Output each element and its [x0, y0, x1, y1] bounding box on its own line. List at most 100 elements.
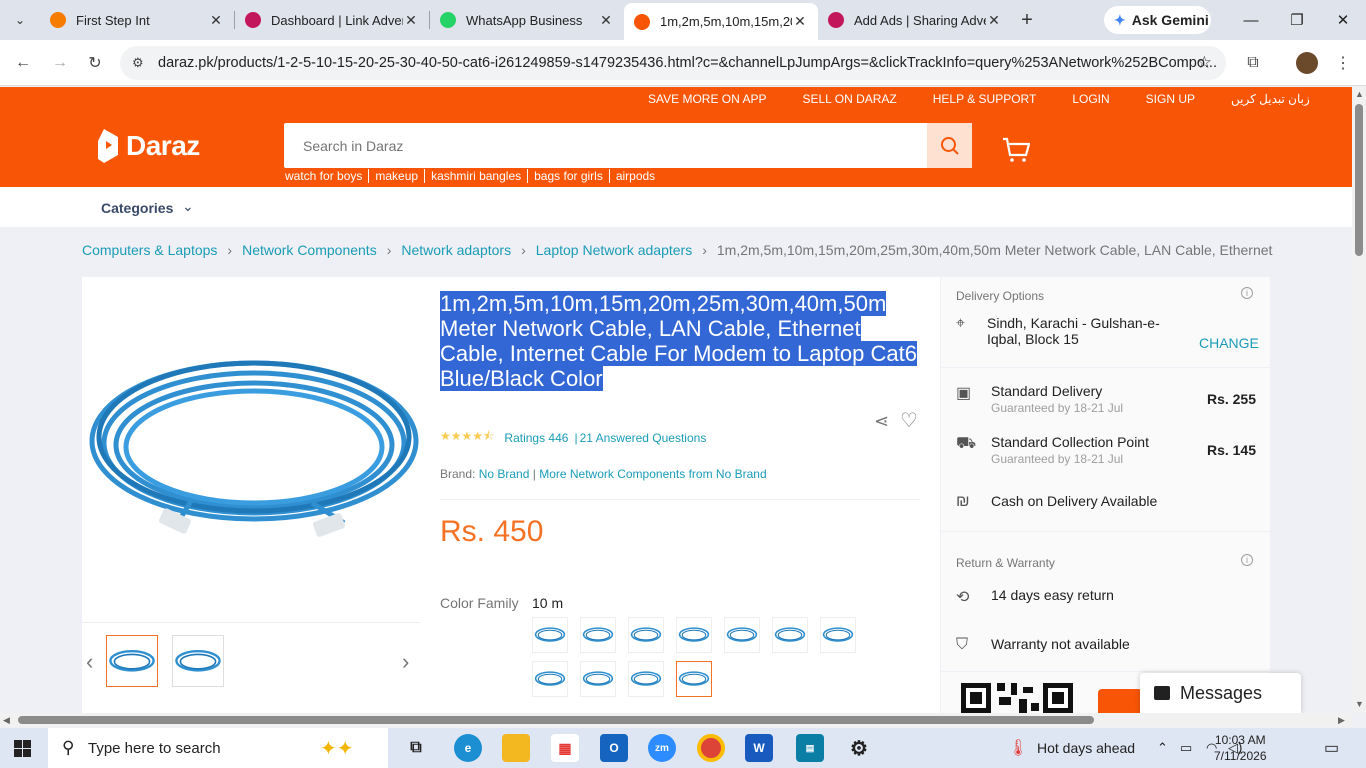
address-bar[interactable]: ⚙ daraz.pk/products/1-2-5-10-15-20-25-30… [120, 46, 1226, 80]
color-swatch[interactable] [772, 617, 808, 653]
browser-tab[interactable]: Dashboard | Link Adver ✕ [235, 3, 429, 37]
reload-button[interactable]: ↻ [84, 52, 106, 74]
questions-link[interactable]: 21 Answered Questions [580, 431, 707, 445]
tab-search-button[interactable]: ⌄ [0, 0, 40, 40]
tab-close-icon[interactable]: ✕ [986, 12, 1002, 29]
new-tab-button[interactable]: + [1012, 3, 1042, 37]
scroll-down-arrow[interactable]: ▼ [1355, 699, 1364, 709]
product-main-image[interactable] [82, 277, 420, 617]
tab-close-icon[interactable]: ✕ [403, 12, 419, 29]
profile-avatar[interactable] [1296, 52, 1318, 74]
thumbnail-next-arrow[interactable]: › [402, 649, 409, 675]
task-view-icon[interactable]: ⧉ [402, 734, 430, 762]
chevron-down-icon[interactable]: ⌄ [182, 198, 194, 215]
horizontal-scrollbar[interactable]: ◀ ▶ [0, 713, 1352, 727]
scroll-up-arrow[interactable]: ▲ [1355, 89, 1364, 99]
wishlist-heart-icon[interactable]: ♡ [900, 408, 918, 433]
outlook-icon[interactable]: O [600, 734, 628, 762]
color-swatch[interactable] [628, 617, 664, 653]
more-from-brand-link[interactable]: More Network Components from No Brand [539, 467, 766, 481]
breadcrumb-link[interactable]: Network adaptors [401, 242, 511, 258]
forward-button[interactable]: → [49, 52, 71, 74]
header-link[interactable]: HELP & SUPPORT [933, 92, 1037, 106]
search-button[interactable] [927, 123, 972, 168]
taskbar-search[interactable]: ⚲ Type here to search ✦✦ [48, 728, 388, 768]
header-link[interactable]: SIGN UP [1146, 92, 1195, 106]
color-swatch[interactable] [580, 617, 616, 653]
thumbnail-prev-arrow[interactable]: ‹ [86, 649, 93, 675]
minimize-button[interactable]: — [1228, 0, 1274, 40]
cart-icon[interactable] [1002, 137, 1030, 163]
search-input[interactable] [284, 123, 927, 168]
store-icon[interactable]: ▦ [551, 734, 579, 762]
notifications-icon[interactable]: ▭ [1324, 738, 1339, 758]
breadcrumb-link[interactable]: Network Components [242, 242, 377, 258]
color-swatch[interactable] [532, 661, 568, 697]
tab-close-icon[interactable]: ✕ [792, 13, 808, 30]
header-link[interactable]: زبان تبدیل کریں [1231, 92, 1310, 106]
messages-widget[interactable]: Messages [1140, 673, 1301, 713]
ratings-link[interactable]: Ratings 446 [504, 431, 568, 445]
breadcrumb-link[interactable]: Laptop Network adapters [536, 242, 692, 258]
extensions-icon[interactable]: ⧉ [1242, 52, 1264, 74]
categories-menu[interactable]: Categories [101, 200, 173, 216]
file-explorer-icon[interactable] [502, 734, 530, 762]
ask-gemini-button[interactable]: ✦ Ask Gemini [1104, 6, 1211, 34]
weather-icon[interactable]: 🌡 [1008, 738, 1028, 758]
return-info-icon[interactable]: i [1241, 554, 1253, 566]
zoom-icon[interactable]: zm [648, 734, 676, 762]
share-icon[interactable]: ⋖ [874, 411, 889, 432]
header-link[interactable]: LOGIN [1072, 92, 1109, 106]
browser-tab[interactable]: WhatsApp Business ✕ [430, 3, 624, 37]
delivery-info-icon[interactable]: i [1241, 287, 1253, 299]
header-link[interactable]: SELL ON DARAZ [802, 92, 896, 106]
back-button[interactable]: ← [12, 52, 34, 74]
site-info-icon[interactable]: ⚙ [132, 55, 144, 71]
search-suggestion[interactable]: makeup [368, 169, 424, 183]
browser-tab[interactable]: First Step Int ✕ [40, 3, 234, 37]
windows-start-icon[interactable] [14, 740, 31, 757]
color-swatch[interactable] [820, 617, 856, 653]
tab-close-icon[interactable]: ✕ [598, 12, 614, 29]
color-swatch[interactable] [628, 661, 664, 697]
settings-gear-icon[interactable]: ⚙ [845, 734, 873, 762]
browser-menu-icon[interactable]: ⋮ [1332, 52, 1354, 74]
tab-close-icon[interactable]: ✕ [208, 12, 224, 29]
browser-tab[interactable]: Add Ads | Sharing Adve ✕ [818, 3, 1012, 37]
chrome-icon[interactable] [697, 734, 725, 762]
delivery-option-eta: Guaranteed by 18-21 Jul [991, 401, 1124, 415]
word-icon[interactable]: W [745, 734, 773, 762]
search-suggestion[interactable]: kashmiri bangles [424, 169, 527, 183]
color-swatch[interactable] [724, 617, 760, 653]
breadcrumb-link[interactable]: Computers & Laptops [82, 242, 217, 258]
color-swatch[interactable] [676, 617, 712, 653]
search-suggestion[interactable]: bags for girls [527, 169, 609, 183]
horizontal-scroll-thumb[interactable] [18, 716, 1094, 724]
brand-link[interactable]: No Brand [479, 467, 530, 481]
search-suggestion[interactable]: watch for boys [285, 169, 368, 183]
color-swatch[interactable] [676, 661, 712, 697]
vertical-scroll-thumb[interactable] [1355, 104, 1363, 256]
close-window-button[interactable]: ✕ [1320, 0, 1366, 40]
scroll-left-arrow[interactable]: ◀ [3, 715, 10, 726]
header-link[interactable]: SAVE MORE ON APP [648, 92, 766, 106]
color-swatch[interactable] [532, 617, 568, 653]
restore-button[interactable]: ❐ [1274, 0, 1320, 40]
vertical-scrollbar[interactable]: ▲ ▼ [1352, 87, 1366, 713]
delivery-location-text: Sindh, Karachi - Gulshan-e-Iqbal, Block … [987, 315, 1160, 347]
tray-chevron-icon[interactable]: ⌃ [1157, 740, 1168, 756]
bookmark-star-icon[interactable]: ☆ [1197, 53, 1212, 73]
product-thumbnail[interactable] [106, 635, 158, 687]
weather-text[interactable]: Hot days ahead [1037, 740, 1135, 756]
search-suggestion[interactable]: airpods [608, 169, 661, 183]
edge-icon[interactable]: e [454, 734, 482, 762]
browser-tab[interactable]: 1m,2m,5m,10m,15m,20 ✕ [624, 3, 818, 40]
daraz-logo[interactable]: Daraz [98, 129, 200, 163]
color-swatch[interactable] [580, 661, 616, 697]
calendar-app-icon[interactable]: ▤ [796, 734, 824, 762]
taskbar-clock[interactable]: 10:03 AM 7/11/2026 [1214, 732, 1267, 764]
change-location-link[interactable]: CHANGE [1199, 335, 1259, 351]
scroll-right-arrow[interactable]: ▶ [1338, 715, 1345, 726]
product-thumbnail[interactable] [172, 635, 224, 687]
battery-icon[interactable]: ▭ [1180, 740, 1192, 756]
